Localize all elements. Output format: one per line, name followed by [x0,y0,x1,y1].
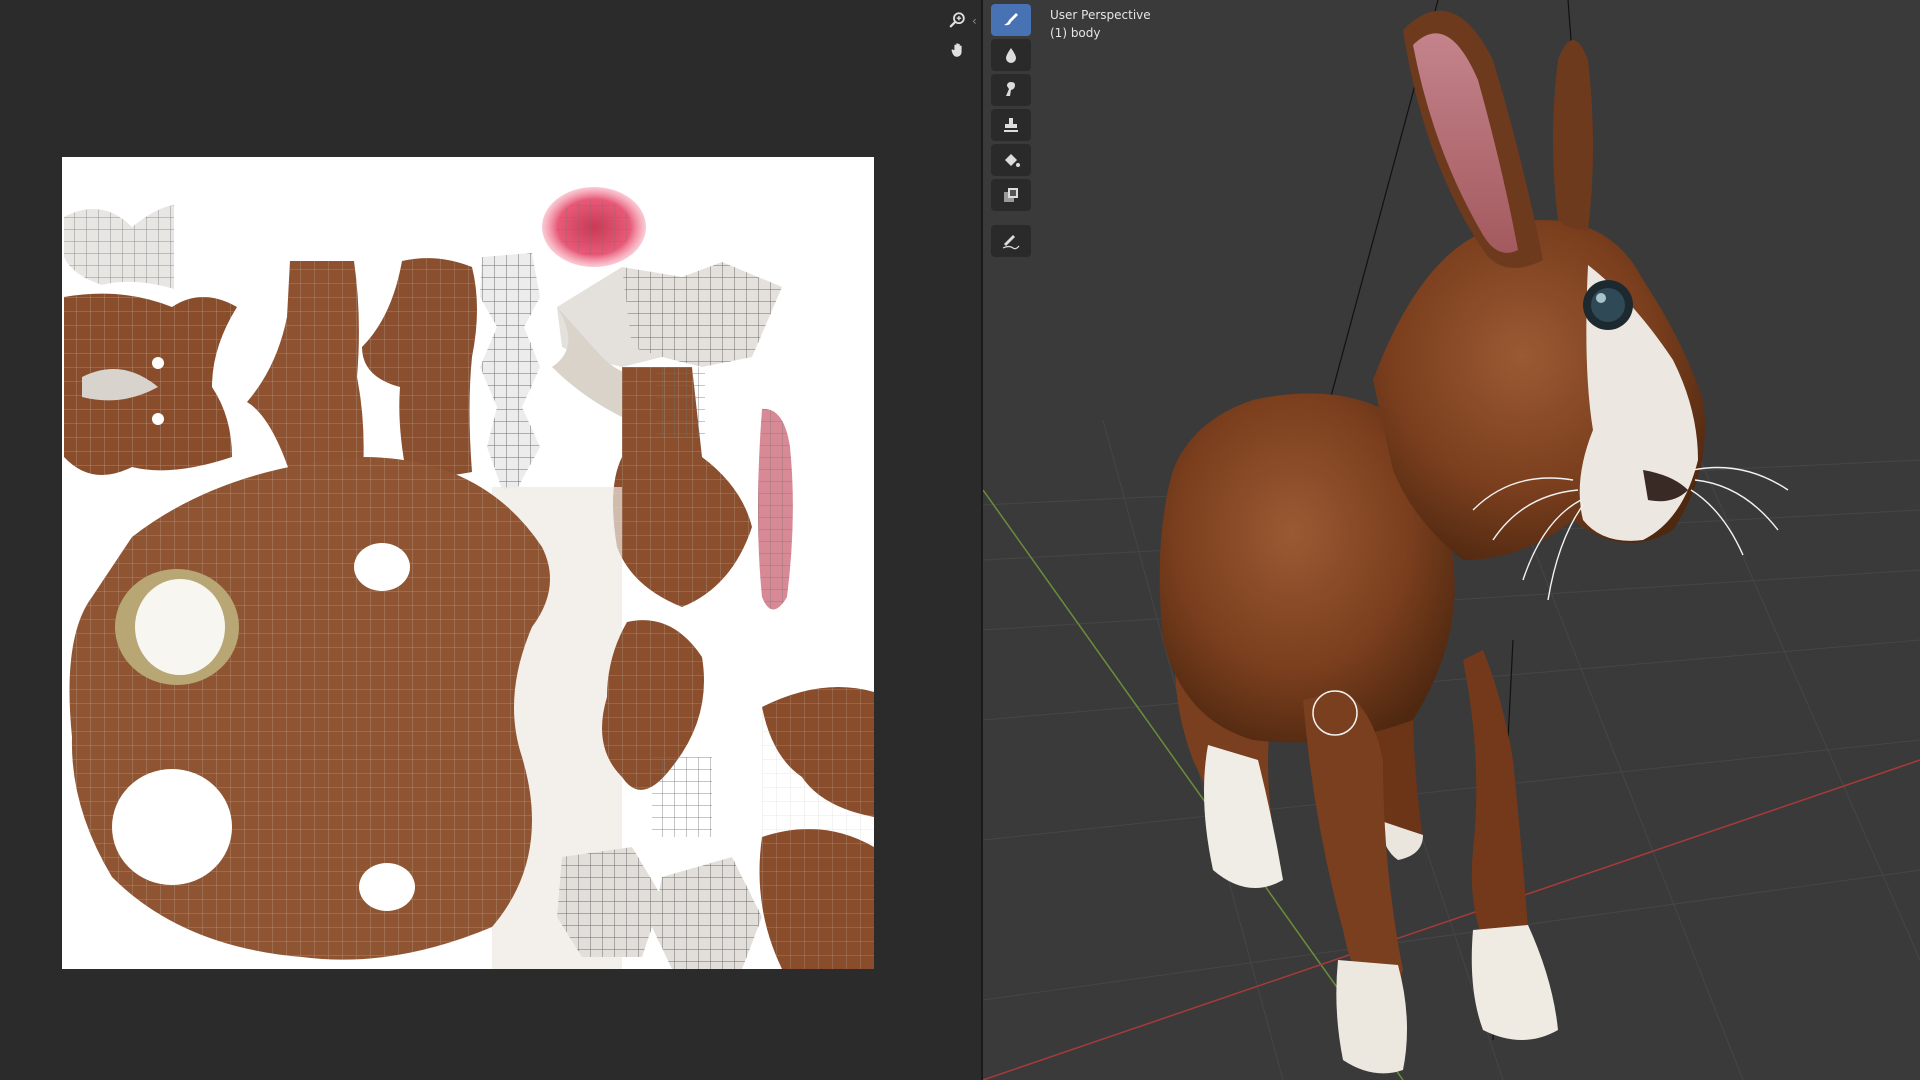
draw-brush-tool[interactable] [991,4,1031,36]
smear-tool[interactable] [991,74,1031,106]
paint-toolbar [991,4,1031,257]
uv-island-ear-highlight [542,187,646,267]
annotate-pen-icon [1002,235,1020,250]
active-object-name: (1) body [1050,26,1101,40]
viewport-info-overlay: User Perspective (1) body [1050,6,1151,42]
smear-icon [1006,82,1015,96]
stamp-icon [1004,118,1018,132]
uv-island-ear-lower [759,687,874,969]
image-editor: ‹ [0,0,981,1080]
zoom-icon[interactable] [945,7,971,33]
uv-island-ear-inner [758,408,793,610]
annotate-tool[interactable] [991,225,1031,257]
soften-tool[interactable] [991,39,1031,71]
hand-pan-icon[interactable] [945,37,971,63]
uv-island-body [69,457,550,960]
fill-bucket-icon [1005,154,1020,167]
fill-tool[interactable] [991,144,1031,176]
clone-tool[interactable] [991,109,1031,141]
uv-island-head [64,293,237,475]
uv-texture-canvas[interactable] [62,157,874,969]
3d-scene[interactable] [983,0,1920,1080]
view-name: User Perspective [1050,8,1151,22]
brush-icon [1004,13,1018,26]
drop-icon [1006,48,1016,63]
3d-viewport[interactable] [983,0,1920,1080]
collapse-toolbar-arrow[interactable]: ‹ [972,14,980,28]
mask-tool[interactable] [991,179,1031,211]
mask-icon [1004,188,1018,202]
